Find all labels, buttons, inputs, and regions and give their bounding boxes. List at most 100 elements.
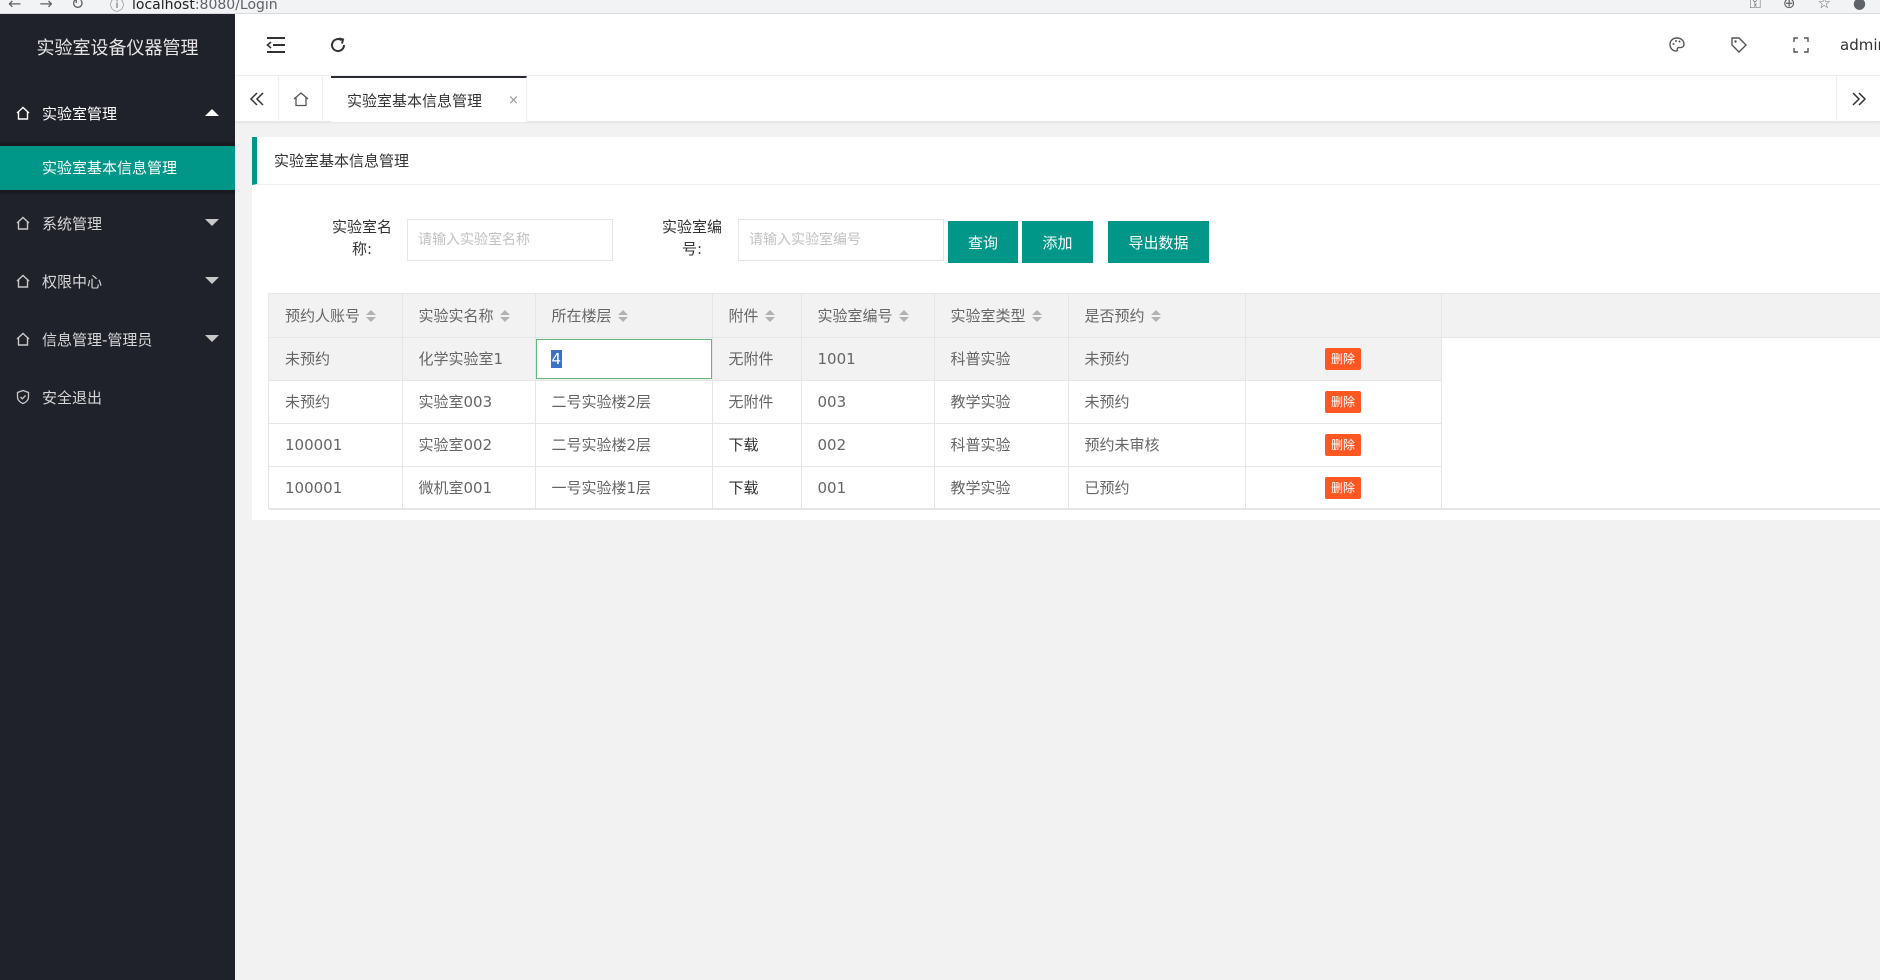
- lab-code-label: 实验室编号:: [661, 218, 722, 258]
- app-logo-title: 实验室设备仪器管理: [36, 38, 199, 59]
- lab-name-input[interactable]: [407, 219, 613, 261]
- reload-icon[interactable]: ↻: [71, 0, 84, 13]
- table-cell-editing[interactable]: 4: [535, 337, 713, 381]
- address-bar[interactable]: ⓘ localhost:8080/Login: [110, 0, 278, 14]
- floor-edit-input[interactable]: 4: [535, 338, 711, 379]
- table-cell: 未预约: [1068, 337, 1246, 381]
- lab-code-input[interactable]: [738, 219, 944, 261]
- table-cell: 预约未审核: [1068, 423, 1246, 467]
- table-cell: 未预约: [269, 380, 403, 424]
- table-cell-actions: 删除: [1245, 466, 1442, 510]
- content-card: 实验室基本信息管理 实验室名称: 实验室编号: 查询 添加 导出数据 预约人账号…: [252, 137, 1880, 520]
- delete-button[interactable]: 删除: [1324, 476, 1361, 499]
- table-cell-filler: [1441, 466, 1880, 510]
- table-cell: 微机室001: [402, 466, 536, 510]
- lab-name-label: 实验室名称:: [331, 218, 392, 258]
- add-button[interactable]: 添加: [1022, 221, 1093, 263]
- home-tab-icon[interactable]: [279, 76, 323, 122]
- key-icon[interactable]: ⚿: [1749, 0, 1760, 12]
- info-icon: ⓘ: [110, 0, 124, 14]
- sidebar-item-label: 系统管理: [42, 214, 103, 233]
- table-cell-actions: 删除: [1245, 380, 1442, 424]
- chevron-down-icon: [205, 277, 219, 284]
- query-button[interactable]: 查询: [948, 221, 1018, 263]
- menu-fold-icon[interactable]: [263, 32, 289, 58]
- url-host: localhost: [132, 0, 195, 13]
- sort-icon[interactable]: [1150, 309, 1161, 323]
- table-cell: 实验室003: [402, 380, 536, 424]
- back-icon[interactable]: ←: [8, 0, 21, 13]
- sidebar-item-info-admin[interactable]: 信息管理-管理员: [0, 310, 235, 368]
- sidebar-item-lab-management[interactable]: 实验室管理: [0, 84, 235, 142]
- table-cell: 教学实验: [934, 380, 1069, 424]
- shield-check-icon: [14, 388, 32, 406]
- export-data-button[interactable]: 导出数据: [1108, 221, 1209, 263]
- sort-icon[interactable]: [764, 309, 775, 323]
- sidebar: 实验室设备仪器管理 实验室管理 实验室基本信息管理 系统管理 权限中心 信息管理…: [0, 14, 235, 980]
- table-cell-download-link[interactable]: 下载: [712, 466, 802, 510]
- table-cell-actions: 删除: [1245, 423, 1442, 467]
- close-icon[interactable]: ×: [508, 93, 519, 108]
- table-cell: 100001: [269, 423, 403, 467]
- zoom-icon[interactable]: ⊕: [1783, 0, 1796, 12]
- table-cell-actions: 删除: [1245, 337, 1442, 381]
- search-form: 实验室名称: 实验室编号: 查询 添加 导出数据: [252, 214, 1880, 263]
- profile-icon[interactable]: ●: [1853, 0, 1866, 12]
- theme-palette-icon[interactable]: [1646, 14, 1708, 76]
- submenu-lab-management: 实验室基本信息管理: [0, 142, 235, 194]
- tab-scroll-left-icon[interactable]: [235, 76, 279, 122]
- tab-lab-basic-info[interactable]: 实验室基本信息管理 ×: [331, 76, 527, 122]
- column-header[interactable]: 所在楼层: [535, 294, 713, 338]
- table-cell: 化学实验室1: [402, 337, 536, 381]
- table-cell: 未预约: [269, 337, 403, 381]
- table-cell: 未预约: [1068, 380, 1246, 424]
- star-icon[interactable]: ☆: [1817, 0, 1830, 12]
- table-cell: 无附件: [712, 380, 802, 424]
- column-header[interactable]: 是否预约: [1068, 294, 1246, 338]
- table-cell: 二号实验楼2层: [535, 423, 713, 467]
- table-row[interactable]: 未预约 实验室003 二号实验楼2层 无附件 003 教学实验 未预约 删除: [269, 380, 1880, 424]
- data-table: 预约人账号 实验实名称 所在楼层 附件 实验室编号 实验室类型 是否预约 未预约…: [268, 293, 1880, 510]
- sidebar-subitem-lab-basic-info[interactable]: 实验室基本信息管理: [0, 146, 235, 190]
- sidebar-item-system-management[interactable]: 系统管理: [0, 194, 235, 252]
- column-header[interactable]: 实验实名称: [402, 294, 536, 338]
- delete-button[interactable]: 删除: [1324, 347, 1361, 370]
- selected-text: 4: [550, 349, 563, 368]
- column-header[interactable]: 实验室编号: [801, 294, 935, 338]
- fullscreen-icon[interactable]: [1770, 14, 1832, 76]
- column-header[interactable]: 预约人账号: [269, 294, 403, 338]
- browser-toolbar: ← → ↻ ⓘ localhost:8080/Login ⚿ ⊕ ☆ ●: [0, 0, 1880, 14]
- sort-icon[interactable]: [1031, 309, 1042, 323]
- delete-button[interactable]: 删除: [1324, 433, 1361, 456]
- tag-icon[interactable]: [1708, 14, 1770, 76]
- tab-scroll-right-icon[interactable]: [1836, 76, 1880, 122]
- column-header[interactable]: 附件: [712, 294, 802, 338]
- delete-button[interactable]: 删除: [1324, 390, 1361, 413]
- sort-icon[interactable]: [499, 309, 510, 323]
- table-cell: 1001: [801, 337, 935, 381]
- forward-icon[interactable]: →: [39, 0, 52, 13]
- sort-icon[interactable]: [898, 309, 909, 323]
- table-header-row: 预约人账号 实验实名称 所在楼层 附件 实验室编号 实验室类型 是否预约: [269, 294, 1880, 338]
- sort-icon[interactable]: [617, 309, 628, 323]
- table-row[interactable]: 未预约 化学实验室1 4 无附件 1001 科普实验 未预约 删除: [269, 337, 1880, 381]
- sidebar-item-label: 实验室管理: [42, 104, 118, 123]
- sort-icon[interactable]: [366, 309, 377, 323]
- column-header-actions: [1245, 294, 1442, 338]
- home-icon: [14, 104, 32, 122]
- refresh-icon[interactable]: [325, 32, 351, 58]
- sidebar-item-label: 权限中心: [42, 272, 103, 291]
- table-cell-filler: [1441, 337, 1880, 380]
- user-name[interactable]: admin: [1840, 36, 1880, 54]
- table-cell: 无附件: [712, 337, 802, 381]
- table-cell: 002: [801, 423, 935, 467]
- table-row[interactable]: 100001 实验室002 二号实验楼2层 下载 002 科普实验 预约未审核 …: [269, 423, 1880, 467]
- table-cell-filler: [1441, 423, 1880, 466]
- home-icon: [14, 214, 32, 232]
- table-row[interactable]: 100001 微机室001 一号实验楼1层 下载 001 教学实验 已预约 删除: [269, 466, 1880, 510]
- column-header[interactable]: 实验室类型: [934, 294, 1069, 338]
- url-path: :8080/Login: [194, 0, 278, 13]
- sidebar-item-permission-center[interactable]: 权限中心: [0, 252, 235, 310]
- sidebar-item-logout[interactable]: 安全退出: [0, 368, 235, 426]
- table-cell-download-link[interactable]: 下载: [712, 423, 802, 467]
